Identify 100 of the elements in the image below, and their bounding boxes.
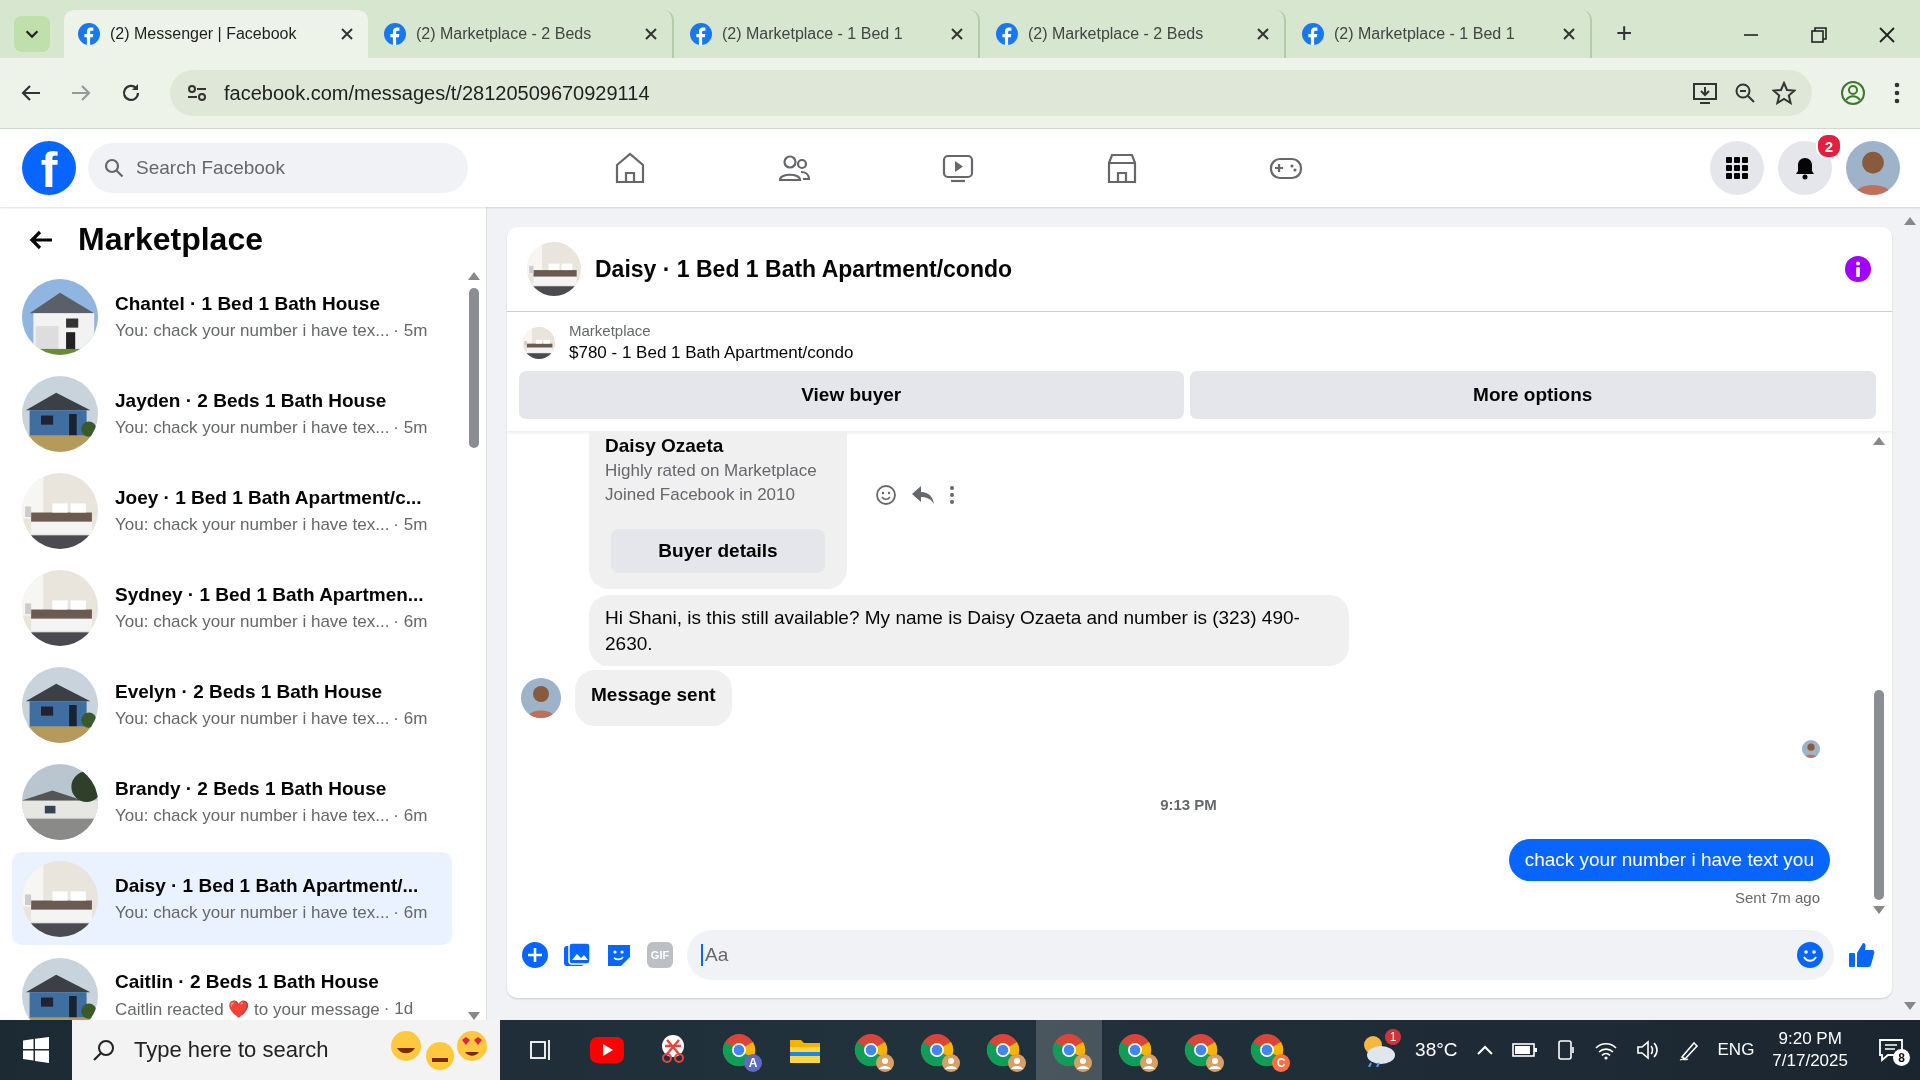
scroll-down-icon[interactable] [1904, 1002, 1916, 1010]
search-icon [104, 158, 124, 178]
conversation-item[interactable]: Jayden · 2 Beds 1 Bath House You: chack your number i have tex... · 5m [12, 367, 452, 460]
avatar-icon [1846, 141, 1900, 195]
bookmark-star-icon[interactable] [1772, 81, 1796, 105]
taskbar-app[interactable]: A [706, 1020, 772, 1080]
clock-date[interactable]: 7/17/2025 [1772, 1050, 1848, 1073]
listing-title: $780 - 1 Bed 1 Bath Apartment/condo [569, 343, 854, 363]
notification-count: 8 [1893, 1049, 1910, 1066]
close-icon [950, 27, 964, 41]
emoji-icon[interactable] [1796, 941, 1824, 969]
install-icon[interactable] [1692, 81, 1718, 105]
conversation-item[interactable]: Joey · 1 Bed 1 Bath Apartment/c... You: chack your number i have tex... · 5m [12, 464, 452, 557]
plus-icon[interactable] [521, 941, 549, 969]
close-icon [644, 27, 658, 41]
avatar-icon [1802, 739, 1820, 758]
scroll-up-icon[interactable] [1873, 437, 1885, 445]
profile-badge-icon [876, 1054, 894, 1072]
temperature: 38°C [1415, 1039, 1458, 1061]
more-icon[interactable] [949, 485, 955, 505]
scroll-up-icon[interactable] [468, 272, 480, 280]
tab-search-button[interactable] [14, 16, 50, 52]
browser-icon [1250, 1033, 1284, 1067]
conversation-item[interactable]: Evelyn · 2 Beds 1 Bath House You: chack your number i have tex... · 6m [12, 658, 452, 751]
device-icon[interactable] [1555, 1039, 1576, 1061]
message-preview: You: chack your number i have tex... [115, 417, 390, 438]
close-icon[interactable] [1878, 26, 1896, 44]
conversation-item[interactable]: Chantel · 1 Bed 1 Bath House You: chack your number i have tex... · 5m [12, 270, 452, 363]
message-time: · 6m [393, 611, 428, 632]
site-icon [78, 23, 100, 45]
message-time: · 6m [393, 805, 428, 826]
reload-icon[interactable] [120, 82, 142, 104]
conversation-item[interactable]: Sydney · 1 Bed 1 Bath Apartmen... You: chack your number i have tex... · 6m [12, 561, 452, 654]
message-timestamp: 9:13 PM [1160, 795, 1217, 813]
sidebar-title: Marketplace [78, 221, 263, 258]
site-icon [384, 23, 406, 45]
scrollbar-thumb[interactable] [469, 288, 479, 448]
notifications-button[interactable] [1778, 141, 1832, 195]
site-icon [690, 23, 712, 45]
message-time: · 1d [383, 999, 414, 1020]
conversation-title: Chantel · 1 Bed 1 Bath House [115, 292, 381, 315]
notification-center-icon[interactable] [1878, 1038, 1904, 1062]
taskbar-app[interactable] [1036, 1020, 1102, 1080]
restore-icon[interactable] [1810, 26, 1828, 44]
chevron-up-icon[interactable] [1475, 1044, 1494, 1056]
volume-icon[interactable] [1635, 1040, 1660, 1060]
view-buyer-button[interactable]: View buyer [519, 371, 1184, 419]
profile-icon[interactable] [1840, 80, 1866, 106]
scroll-down-icon[interactable] [1873, 906, 1885, 914]
new-tab-button[interactable]: + [1610, 16, 1639, 50]
profile-badge-icon [1008, 1054, 1026, 1072]
profile-badge-icon [1074, 1054, 1092, 1072]
buyer-info: Highly rated on Marketplace [605, 461, 818, 481]
windows-start-icon[interactable] [23, 1037, 49, 1063]
reply-icon[interactable] [911, 485, 935, 505]
listing-label: Marketplace [569, 322, 652, 339]
site-settings-icon[interactable] [186, 82, 208, 104]
address-bar[interactable]: facebook.com/messages/t/28120509670929114 [170, 70, 1812, 116]
clock-time[interactable]: 9:20 PM [1778, 1027, 1842, 1050]
conversation-item[interactable]: Brandy · 2 Beds 1 Bath House You: chack your number i have tex... · 6m [12, 755, 452, 848]
message-field[interactable]: Aa [687, 930, 1834, 980]
scrollbar-thumb[interactable] [1874, 690, 1884, 900]
pen-icon[interactable] [1677, 1039, 1700, 1061]
bell-icon [1793, 156, 1817, 180]
info-icon[interactable] [1844, 255, 1872, 283]
message-preview: You: chack your number i have tex... [115, 805, 390, 826]
taskbar-search-field[interactable]: Type here to search [72, 1020, 500, 1080]
message-time: · 5m [393, 320, 428, 341]
more-options-button[interactable]: More options [1189, 371, 1876, 419]
buyer-name: Daisy Ozaeta [605, 435, 725, 457]
conversation-title: Evelyn · 2 Beds 1 Bath House [115, 680, 384, 703]
profile-badge: C [1272, 1054, 1290, 1072]
site-icon [996, 23, 1018, 45]
conversation-item[interactable]: Daisy · 1 Bed 1 Bath Apartment/... You: chack your number i have tex... · 6m [12, 852, 452, 945]
thumbs-up-icon[interactable] [1848, 941, 1876, 969]
more-icon[interactable] [1894, 82, 1900, 104]
back-icon[interactable] [28, 228, 54, 251]
browser-icon [722, 1033, 756, 1067]
profile-badge-icon [1140, 1054, 1158, 1072]
search-field[interactable]: Search Facebook [88, 143, 468, 193]
profile-badge-icon [942, 1054, 960, 1072]
avatar-icon [521, 678, 561, 719]
chat-title: Daisy · 1 Bed 1 Bath Apartment/condo [595, 255, 1014, 283]
wifi-icon[interactable] [1593, 1040, 1618, 1060]
battery-icon[interactable] [1511, 1042, 1538, 1058]
language-indicator[interactable]: ENG [1717, 1040, 1755, 1060]
zoom-icon[interactable] [1734, 82, 1756, 104]
facebook-logo[interactable]: f [22, 141, 76, 195]
conversation-title: Sydney · 1 Bed 1 Bath Apartmen... [115, 583, 425, 606]
menu-button[interactable] [1710, 141, 1764, 195]
browser-tab[interactable]: (2) Messenger | Facebook [64, 10, 368, 58]
close-icon [1562, 27, 1576, 41]
react-icon[interactable] [875, 484, 897, 506]
message-preview: You: chack your number i have tex... [115, 708, 390, 729]
message-preview: Caitlin reacted ❤ to your message [115, 999, 380, 1020]
conversation-title: Jayden · 2 Beds 1 Bath House [115, 389, 388, 412]
scroll-up-icon[interactable] [1904, 217, 1916, 225]
notification-count: 2 [1816, 133, 1842, 159]
photo-icon[interactable] [563, 941, 591, 969]
buyer-details-button[interactable]: Buyer details [611, 529, 825, 573]
